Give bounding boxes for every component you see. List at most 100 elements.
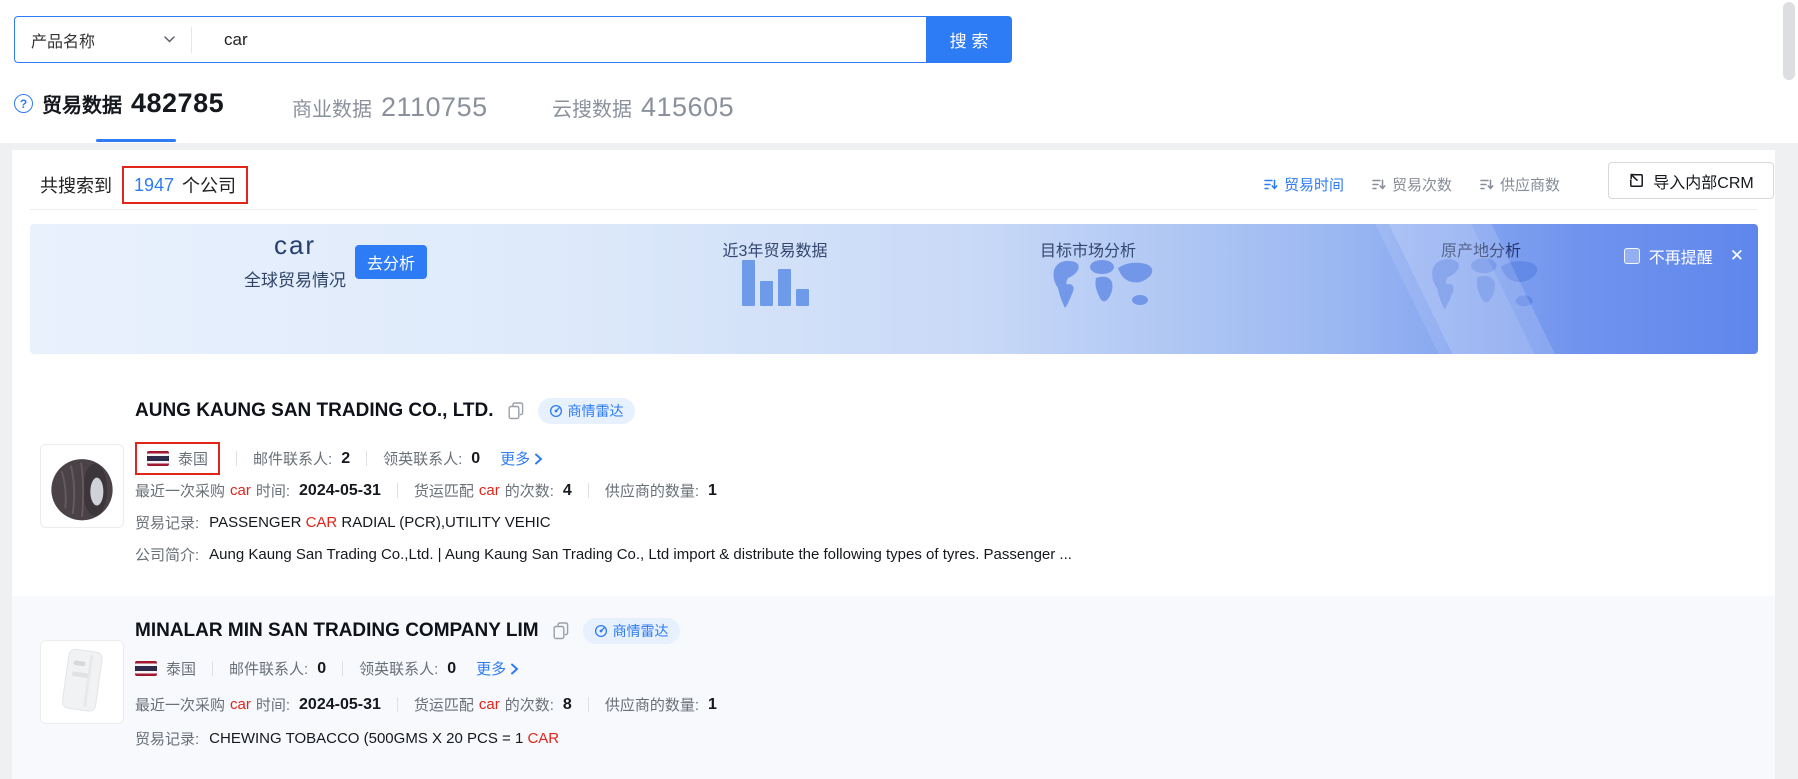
search-category-label: 产品名称 — [31, 28, 95, 52]
dismiss-checkbox[interactable] — [1624, 248, 1640, 264]
linkedin-contacts-count: 0 — [471, 450, 480, 468]
shipment-label: 的次数: — [505, 694, 554, 715]
search-bar: 产品名称 — [14, 16, 926, 63]
email-contacts-label: 邮件联系人: — [229, 658, 308, 679]
banner-dismiss: 不再提醒 ✕ — [1624, 244, 1744, 268]
supplier-count: 1 — [708, 696, 717, 714]
import-crm-button[interactable]: 导入内部CRM — [1608, 162, 1774, 199]
search-category-select[interactable]: 产品名称 — [15, 17, 191, 62]
record-text: CHEWING TOBACCO (500GMS X 20 PCS = 1 CAR — [209, 730, 559, 747]
sort-supplier-count[interactable]: 供应商数 — [1479, 174, 1560, 195]
sort-label: 供应商数 — [1500, 174, 1560, 195]
supplier-label: 供应商的数量: — [605, 480, 699, 501]
copy-icon[interactable] — [553, 622, 569, 640]
more-label: 更多 — [476, 658, 506, 679]
more-link[interactable]: 更多 — [476, 658, 519, 679]
product-thumbnail[interactable] — [40, 640, 124, 724]
found-suffix: 个公司 — [182, 172, 236, 198]
results-panel: 共搜索到 1947 个公司 贸易时间 贸易次数 供应商数 导入内部CRM car… — [12, 150, 1775, 779]
keyword-highlight: car — [230, 696, 251, 713]
tab-count: 2110755 — [381, 92, 488, 123]
sort-icon — [1263, 177, 1278, 192]
business-radar-badge[interactable]: 商情雷达 — [538, 398, 635, 424]
company-name[interactable]: AUNG KAUNG SAN TRADING CO., LTD. — [135, 400, 494, 422]
trade-record-row: 贸易记录: PASSENGER CAR RADIAL (PCR),UTILITY… — [135, 512, 551, 533]
country-annotation-box: 泰国 — [135, 442, 220, 475]
search-button[interactable]: 搜 索 — [926, 16, 1012, 63]
scrollbar-thumb[interactable] — [1783, 2, 1795, 80]
sort-controls: 贸易时间 贸易次数 供应商数 — [1263, 174, 1560, 195]
business-radar-badge[interactable]: 商情雷达 — [583, 618, 680, 644]
keyword-highlight: car — [479, 696, 500, 713]
world-map-icon — [1050, 256, 1160, 318]
tab-label: 贸易数据 — [42, 89, 122, 118]
active-tab-underline — [96, 139, 176, 142]
world-map-icon — [1420, 254, 1554, 320]
purchase-label: 最近一次采购 — [135, 694, 225, 715]
dismiss-label: 不再提醒 — [1649, 244, 1713, 268]
count-annotation-box: 1947 个公司 — [122, 166, 248, 204]
linkedin-contacts-label: 领英联系人: — [359, 658, 438, 679]
company-name-row: MINALAR MIN SAN TRADING COMPANY LIM 商情雷达 — [135, 618, 680, 644]
trade-record-row: 贸易记录: CHEWING TOBACCO (500GMS X 20 PCS =… — [135, 728, 559, 749]
purchase-label: 时间: — [256, 694, 290, 715]
keyword-highlight: CAR — [527, 730, 559, 747]
copy-icon[interactable] — [508, 402, 524, 420]
tab-label: 云搜数据 — [552, 93, 632, 122]
contacts-row: 泰国 邮件联系人: 2 领英联系人: 0 更多 — [135, 442, 543, 475]
bar-chart-icon — [742, 260, 814, 306]
analyze-button[interactable]: 去分析 — [355, 245, 427, 279]
record-text: PASSENGER CAR RADIAL (PCR),UTILITY VEHIC — [209, 514, 550, 531]
sort-label: 贸易时间 — [1284, 174, 1344, 195]
chevron-right-icon — [510, 663, 519, 675]
sort-trade-time[interactable]: 贸易时间 — [1263, 174, 1344, 195]
banner-section-trade-data: 近3年贸易数据 — [660, 237, 890, 261]
shipment-count: 4 — [563, 482, 572, 500]
badge-label: 商情雷达 — [568, 401, 624, 421]
shipment-label: 的次数: — [505, 480, 554, 501]
linkedin-contacts-count: 0 — [447, 660, 456, 678]
help-icon[interactable]: ? — [14, 94, 33, 113]
thailand-flag-icon — [147, 451, 169, 466]
import-icon — [1628, 172, 1645, 189]
radar-icon — [594, 624, 608, 638]
purchase-stats-row: 最近一次采购 car 时间: 2024-05-31 货运匹配 car 的次数: … — [135, 694, 717, 715]
purchase-stats-row: 最近一次采购 car 时间: 2024-05-31 货运匹配 car 的次数: … — [135, 480, 717, 501]
badge-label: 商情雷达 — [613, 621, 669, 641]
keyword-highlight: car — [230, 482, 251, 499]
country-wrap: 泰国 — [135, 658, 196, 679]
keyword-highlight: car — [479, 482, 500, 499]
intro-label: 公司简介: — [135, 544, 199, 565]
email-contacts-label: 邮件联系人: — [253, 448, 332, 469]
trade-analysis-banner: car 全球贸易情况 去分析 近3年贸易数据 目标市场分析 原产地分析 — [30, 224, 1758, 354]
search-input[interactable] — [192, 29, 926, 51]
banner-keyword: car — [215, 230, 375, 261]
sort-icon — [1371, 177, 1386, 192]
tab-label: 商业数据 — [292, 93, 372, 122]
tab-business-data[interactable]: 商业数据 2110755 — [292, 92, 488, 123]
company-name[interactable]: MINALAR MIN SAN TRADING COMPANY LIM — [135, 620, 539, 642]
chevron-right-icon — [534, 453, 543, 465]
crm-button-label: 导入内部CRM — [1653, 169, 1753, 193]
email-contacts-count: 2 — [341, 450, 350, 468]
radar-icon — [549, 404, 563, 418]
more-link[interactable]: 更多 — [500, 448, 543, 469]
close-icon[interactable]: ✕ — [1730, 246, 1744, 266]
search-header: 产品名称 搜 索 ? 贸易数据 482785 商业数据 2110755 云搜数据… — [0, 0, 1798, 143]
product-image — [43, 643, 121, 721]
results-count-line: 共搜索到 1947 个公司 — [40, 166, 248, 204]
country-label: 泰国 — [178, 448, 208, 469]
tab-trade-data[interactable]: ? 贸易数据 482785 — [14, 88, 224, 119]
sort-trade-count[interactable]: 贸易次数 — [1371, 174, 1452, 195]
sort-label: 贸易次数 — [1392, 174, 1452, 195]
record-label: 贸易记录: — [135, 512, 199, 533]
chevron-down-icon — [164, 36, 175, 43]
company-card: MINALAR MIN SAN TRADING COMPANY LIM 商情雷达 — [12, 596, 1775, 779]
shipment-count: 8 — [563, 696, 572, 714]
contacts-row: 泰国 邮件联系人: 0 领英联系人: 0 更多 — [135, 658, 519, 679]
tab-count: 415605 — [641, 92, 734, 123]
purchase-label: 时间: — [256, 480, 290, 501]
tab-cloud-search-data[interactable]: 云搜数据 415605 — [552, 92, 734, 123]
product-thumbnail[interactable] — [40, 444, 124, 528]
company-count: 1947 — [134, 175, 174, 196]
